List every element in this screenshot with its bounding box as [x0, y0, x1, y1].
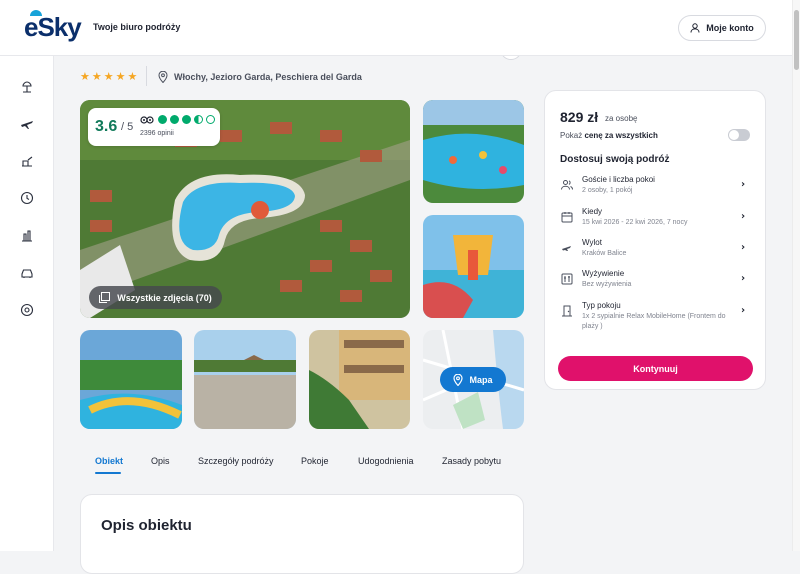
option-value: Bez wyżywienia: [582, 281, 632, 288]
option-value: 2 osoby, 1 pokój: [582, 187, 633, 194]
user-icon: [690, 23, 700, 33]
city-break-icon[interactable]: [20, 228, 34, 242]
option-dates[interactable]: Kiedy 15 kwi 2026 - 22 kwi 2026, 7 nocy …: [545, 207, 765, 237]
option-title: Typ pokoju: [582, 301, 621, 310]
left-sidebar: [0, 56, 54, 551]
show-total-bold: cenę za wszystkich: [584, 131, 658, 140]
active-tab-indicator: [95, 472, 121, 474]
rating-circle: [206, 115, 215, 124]
rating-out-of: / 5: [121, 121, 134, 133]
tab-pokoje[interactable]: Pokoje: [301, 456, 329, 466]
tagline: Twoje biuro podróży: [93, 22, 181, 32]
scrollbar-thumb[interactable]: [794, 10, 799, 70]
continue-button[interactable]: Kontynuuj: [558, 356, 753, 381]
map-pin-icon: [453, 373, 464, 386]
tab-zasady-pobytu[interactable]: Zasady pobytu: [442, 456, 501, 466]
beach-umbrella-icon[interactable]: [20, 80, 34, 94]
page-scrollbar[interactable]: [792, 0, 800, 551]
review-count: 2396 opinii: [140, 130, 174, 137]
all-photos-label: Wszystkie zdjęcia (70): [117, 292, 212, 303]
door-icon: [562, 305, 572, 317]
my-account-button[interactable]: Moje konto: [678, 15, 766, 41]
total-price-toggle[interactable]: [728, 129, 750, 141]
description-card: Opis obiektu: [80, 494, 524, 574]
tab-obiekt[interactable]: Obiekt: [95, 456, 123, 466]
tripadvisor-icon: [140, 116, 154, 124]
clock-icon[interactable]: [20, 191, 34, 205]
location-text: Włochy, Jezioro Garda, Peschiera del Gar…: [174, 72, 362, 82]
option-departure[interactable]: Wylot Kraków Balice ›: [545, 238, 765, 268]
option-meals[interactable]: Wyżywienie Bez wyżywienia ›: [545, 269, 765, 299]
chevron-right-icon: ›: [741, 305, 746, 316]
plane-departure-icon: [562, 246, 572, 252]
rating-circle: [158, 115, 167, 124]
rating-circle: [170, 115, 179, 124]
all-photos-button[interactable]: Wszystkie zdjęcia (70): [89, 286, 222, 309]
option-value: 15 kwi 2026 - 22 kwi 2026, 7 nocy: [582, 219, 688, 226]
slides-image: [80, 330, 182, 429]
calendar-icon: [561, 212, 573, 223]
show-total-price-label: Pokaż cenę za wszystkich: [560, 131, 658, 140]
my-account-label: Moje konto: [706, 23, 754, 33]
tab-opis[interactable]: Opis: [151, 456, 170, 466]
option-value: Kraków Balice: [582, 250, 627, 257]
map-button[interactable]: Mapa: [440, 367, 506, 392]
waterpark-image: [423, 100, 524, 203]
car-icon[interactable]: [20, 265, 34, 279]
chevron-right-icon: ›: [741, 273, 746, 284]
hotel-location: Włochy, Jezioro Garda, Peschiera del Gar…: [158, 71, 362, 83]
brand-name: eSky: [24, 12, 82, 42]
esky-logo[interactable]: eSky: [24, 10, 82, 43]
option-title: Goście i liczba pokoi: [582, 175, 655, 184]
food-icon: [561, 273, 573, 285]
option-title: Kiedy: [582, 207, 603, 216]
support-icon[interactable]: [20, 303, 34, 317]
option-guests[interactable]: Goście i liczba pokoi 2 osoby, 1 pokój ›: [545, 175, 765, 205]
show-total-prefix: Pokaż: [560, 131, 585, 140]
gallery-icon: [99, 292, 111, 303]
description-title: Opis obiektu: [101, 517, 192, 534]
tab-udogodnienia[interactable]: Udogodnienia: [358, 456, 414, 466]
photo-thumb[interactable]: [423, 100, 524, 203]
chevron-right-icon: ›: [741, 179, 746, 190]
map-label: Mapa: [469, 374, 493, 385]
section-tabs: Obiekt Opis Szczegóły podróży Pokoje Udo…: [80, 456, 524, 476]
rating-circle: [182, 115, 191, 124]
photo-thumb[interactable]: [80, 330, 182, 429]
photo-thumb[interactable]: [423, 215, 524, 318]
booking-panel: 829 zł za osobę Pokaż cenę za wszystkich…: [544, 90, 766, 390]
water-slide-image: [423, 215, 524, 318]
divider: [146, 66, 147, 86]
option-title: Wylot: [582, 238, 602, 247]
top-bar: eSky Twoje biuro podróży Moje konto: [0, 0, 792, 56]
rating-circle: [194, 115, 203, 124]
building-image: [309, 330, 410, 429]
rating-score: 3.6: [95, 118, 118, 135]
map-pin-icon: [158, 71, 168, 83]
option-title: Wyżywienie: [582, 269, 625, 278]
plane-icon[interactable]: [20, 117, 34, 131]
logo-arc: [30, 10, 42, 16]
option-room-type[interactable]: Typ pokoju 1x 2 sypialnie Relax MobileHo…: [545, 301, 765, 345]
photo-thumb[interactable]: [309, 330, 410, 429]
rating-badge[interactable]: 3.6 / 5 2396 opinii: [88, 108, 220, 146]
option-value: 1x 2 sypialnie Relax MobileHome (Frontem…: [582, 313, 726, 330]
price: 829 zł: [560, 109, 599, 125]
star-rating: ★★★★★: [80, 71, 140, 83]
chevron-right-icon: ›: [741, 211, 746, 222]
rating-circles: [158, 115, 215, 124]
chevron-right-icon: ›: [741, 242, 746, 253]
price-unit: za osobę: [605, 114, 638, 123]
patio-image: [194, 330, 296, 429]
plane-hotel-icon[interactable]: [20, 154, 34, 168]
photo-thumb[interactable]: [194, 330, 296, 429]
guests-icon: [561, 180, 573, 190]
adjust-trip-title: Dostosuj swoją podróż: [560, 154, 670, 165]
tab-szczegoly-podrozy[interactable]: Szczegóły podróży: [198, 456, 274, 466]
